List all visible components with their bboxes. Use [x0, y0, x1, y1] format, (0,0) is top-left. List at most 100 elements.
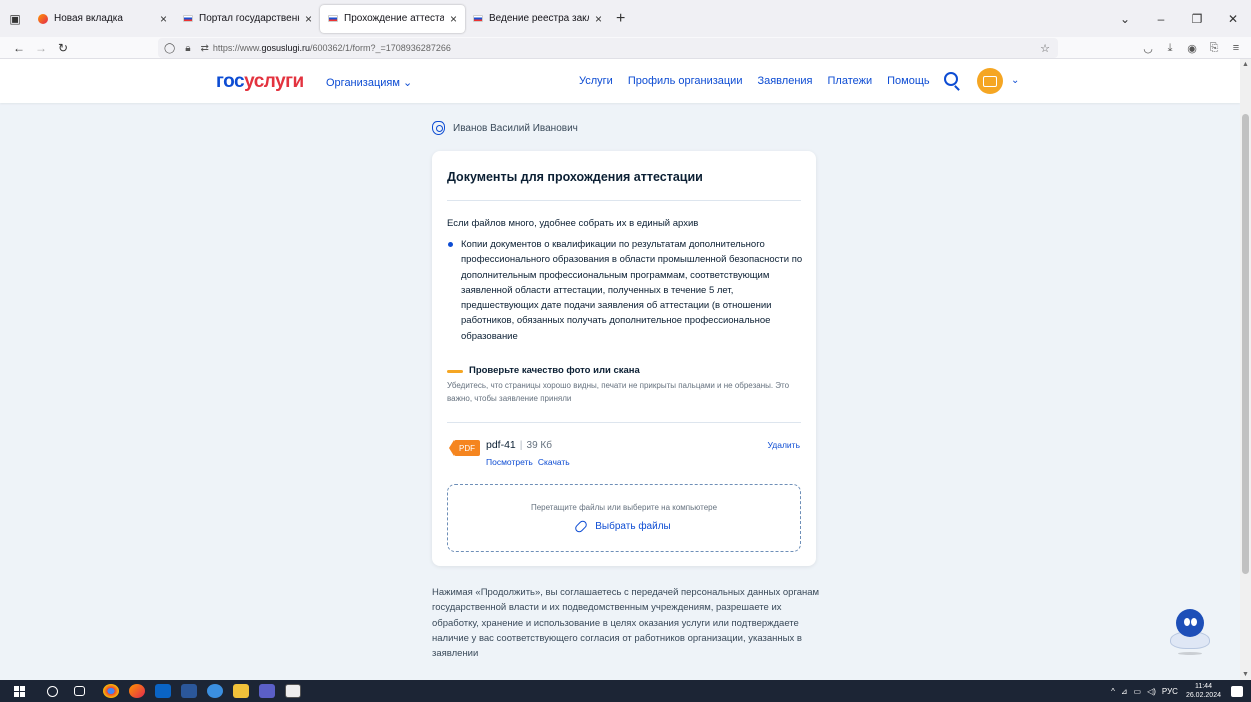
lock-icon[interactable]: 🔒︎ — [185, 43, 190, 54]
tab-new[interactable]: Новая вкладка × — [30, 5, 175, 33]
close-icon[interactable]: × — [160, 12, 167, 26]
scroll-thumb[interactable] — [1242, 114, 1249, 574]
organizations-menu[interactable]: Организациям ⌄ — [326, 76, 412, 89]
organizations-menu-label: Организациям — [326, 77, 400, 89]
quality-description: Убедитесь, что страницы хорошо видны, пе… — [447, 381, 790, 403]
delete-file-link[interactable]: Удалить — [768, 440, 800, 450]
bookmark-star-icon[interactable]: ☆ — [1040, 42, 1050, 55]
network-icon[interactable]: ⊿ — [1121, 687, 1128, 696]
tab-title: Портал государственных услу — [199, 13, 299, 24]
tab-registry[interactable]: Ведение реестра заключений × — [465, 5, 610, 33]
account-icon[interactable]: ◉ — [1181, 42, 1203, 55]
chevron-down-icon[interactable]: ⌄ — [1107, 12, 1143, 26]
scroll-up-icon[interactable]: ▲ — [1240, 61, 1251, 68]
tab-title: Прохождение аттестации | По — [344, 13, 444, 24]
extensions-icon[interactable]: ⎘ — [1203, 42, 1225, 55]
tab-list-icon[interactable]: ▣ — [0, 0, 30, 37]
file-explorer-icon[interactable] — [233, 684, 249, 698]
bullet-icon — [448, 242, 453, 247]
task-view-icon[interactable] — [74, 686, 85, 696]
robot-eye — [1191, 618, 1197, 626]
page-scrollbar[interactable]: ▲ ▼ — [1240, 59, 1251, 680]
robot-shadow — [1178, 652, 1202, 655]
choose-files-button[interactable]: Выбрать файлы — [448, 519, 800, 534]
url-prefix: https://www. — [212, 43, 262, 53]
dropzone-hint: Перетащите файлы или выберите на компьют… — [530, 503, 718, 512]
windows-start-icon[interactable] — [14, 685, 25, 697]
assistant-robot-icon[interactable] — [1170, 609, 1210, 655]
tab-portal[interactable]: Портал государственных услу × — [175, 5, 320, 33]
user-shield-icon — [432, 121, 445, 135]
pocket-icon[interactable]: ◡ — [1137, 42, 1159, 55]
chevron-down-icon[interactable]: ⌄ — [1011, 75, 1019, 86]
menu-icon[interactable]: ≡ — [1225, 42, 1247, 54]
volume-icon[interactable]: ◁) — [1147, 687, 1156, 696]
teams-icon[interactable] — [259, 684, 275, 698]
url-bar[interactable]: ◯ 🔒︎ ⇄ https://www. gosuslugi.ru/600362/1… — [158, 38, 1058, 58]
notifications-icon[interactable] — [1231, 685, 1243, 697]
nav-services[interactable]: Услуги — [579, 75, 613, 87]
outlook-icon[interactable] — [155, 684, 171, 698]
close-icon[interactable]: × — [595, 12, 602, 26]
reload-icon[interactable]: ↻ — [52, 41, 74, 55]
battery-icon[interactable]: ▭ — [1134, 687, 1142, 696]
gosuslugi-logo[interactable]: госуслуги — [216, 71, 304, 93]
view-file-link[interactable]: Посмотреть — [486, 457, 533, 467]
close-icon[interactable]: × — [450, 12, 457, 26]
system-tray: ^ ⊿ ▭ ◁) РУС 11:44 26.02.2024 — [1105, 680, 1243, 702]
chevron-up-icon[interactable]: ^ — [1111, 687, 1115, 696]
flag-icon — [473, 15, 483, 22]
main-nav: Услуги Профиль организации Заявления Пла… — [579, 75, 945, 87]
new-tab-icon[interactable]: + — [616, 10, 625, 28]
search-icon[interactable] — [944, 72, 958, 86]
nav-applications[interactable]: Заявления — [757, 75, 812, 87]
file-actions: Посмотреть Скачать — [486, 457, 575, 467]
separator: | — [519, 439, 523, 451]
close-window-icon[interactable]: ✕ — [1215, 12, 1251, 26]
scroll-down-icon[interactable]: ▼ — [1240, 671, 1251, 678]
app-icon[interactable] — [207, 684, 223, 698]
card-title: Документы для прохождения аттестации — [447, 170, 703, 184]
minimize-icon[interactable]: – — [1143, 12, 1179, 26]
tab-title: Новая вкладка — [54, 13, 123, 24]
nav-org-profile[interactable]: Профиль организации — [628, 75, 743, 87]
tab-attestation[interactable]: Прохождение аттестации | По × — [320, 4, 465, 33]
site-header: госуслуги Организациям ⌄ Услуги Профиль … — [0, 59, 1240, 103]
close-icon[interactable]: × — [305, 12, 312, 26]
clock-time: 11:44 — [1194, 683, 1212, 690]
clock[interactable]: 11:44 26.02.2024 — [1186, 682, 1221, 700]
firefox-icon[interactable] — [129, 684, 145, 698]
forward-icon[interactable]: → — [30, 41, 52, 55]
divider — [447, 422, 801, 423]
organization-avatar[interactable] — [977, 68, 1003, 94]
requirement-text: Копии документов о квалификации по резул… — [461, 239, 803, 342]
search-icon[interactable] — [47, 685, 58, 697]
permissions-icon[interactable]: ⇄ — [201, 43, 209, 54]
paperclip-icon — [573, 519, 589, 534]
flag-icon — [183, 15, 193, 22]
consent-text: Нажимая «Продолжить», вы соглашаетесь с … — [432, 587, 820, 660]
shield-icon[interactable]: ◯ — [164, 43, 175, 54]
documents-card: Документы для прохождения аттестации Есл… — [432, 151, 816, 566]
windows-taskbar: ^ ⊿ ▭ ◁) РУС 11:44 26.02.2024 — [0, 680, 1251, 702]
language-indicator[interactable]: РУС — [1162, 687, 1178, 696]
archive-hint: Если файлов много, удобнее собрать их в … — [447, 218, 699, 229]
maximize-icon[interactable]: ❐ — [1179, 12, 1215, 26]
nav-help[interactable]: Помощь — [887, 75, 930, 87]
logo-part1: гос — [216, 71, 245, 92]
file-name: pdf-41 — [486, 439, 516, 451]
pdf-file-icon: PDF — [449, 440, 480, 456]
pdf-badge-label: PDF — [459, 443, 475, 453]
back-icon[interactable]: ← — [8, 41, 30, 55]
word-icon[interactable] — [181, 684, 197, 698]
quality-title: Проверьте качество фото или скана — [469, 365, 640, 376]
nav-payments[interactable]: Платежи — [828, 75, 873, 87]
firefox-icon — [38, 13, 48, 24]
download-icon[interactable]: ⤓ — [1159, 42, 1181, 55]
download-file-link[interactable]: Скачать — [538, 457, 570, 467]
chrome-icon[interactable] — [103, 684, 119, 698]
uploaded-file: pdf-41 | 39 Кб — [486, 439, 552, 451]
file-dropzone[interactable]: Перетащите файлы или выберите на компьют… — [447, 484, 801, 552]
archiver-icon[interactable] — [285, 684, 301, 698]
robot-head — [1176, 609, 1204, 637]
